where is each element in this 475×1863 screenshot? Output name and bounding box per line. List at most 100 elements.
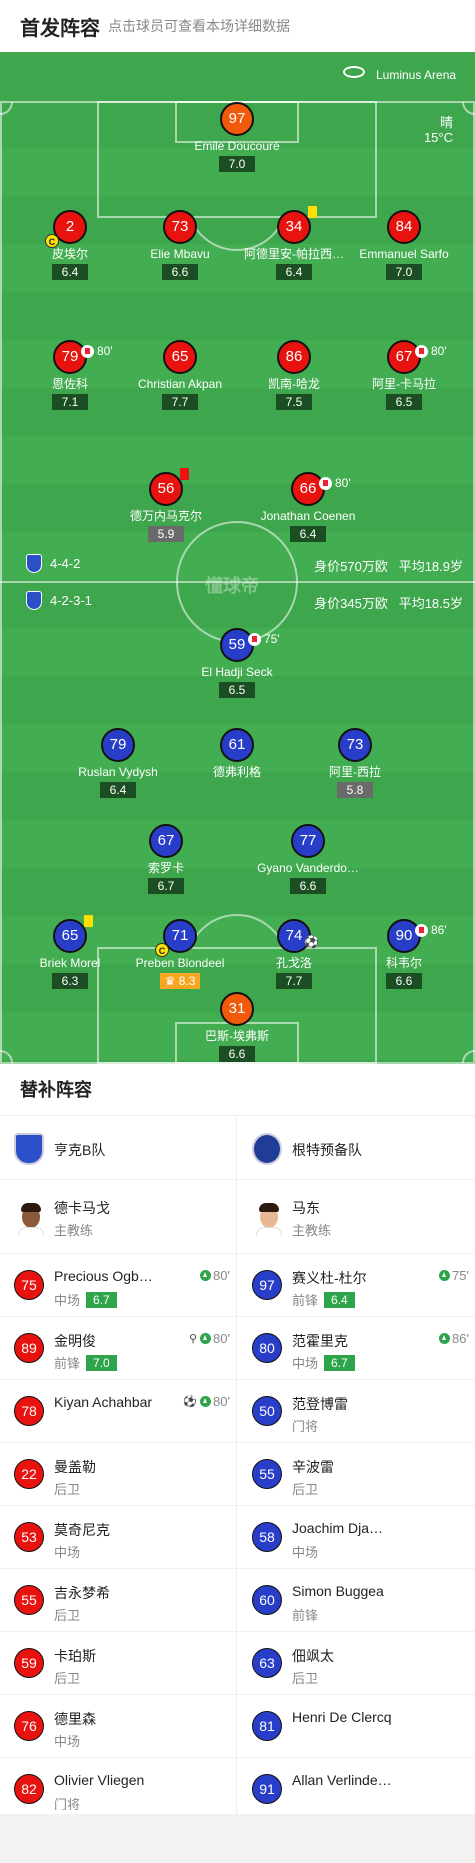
home-team-row[interactable]: 亨克B队 (0, 1116, 236, 1180)
yellow-card-icon (308, 206, 317, 218)
player-number: 66 (299, 480, 317, 497)
sub-player-row[interactable]: 58 Joachim Dja… 中场 (238, 1506, 475, 1569)
sub-name: 佃飒太 (292, 1648, 334, 1664)
player-number: 90 (395, 927, 413, 944)
sub-name: Kiyan Achahbar (54, 1394, 153, 1410)
player-number: 79 (61, 348, 79, 365)
sub-position: 中场 (292, 1545, 319, 1560)
weather: 晴 (439, 115, 453, 130)
sub-position: 前锋 (54, 1356, 81, 1371)
sub-number: 55 (252, 1459, 282, 1489)
sub-player-row[interactable]: 55 吉永梦希 后卫 (0, 1569, 236, 1632)
player-number: 67 (149, 824, 183, 858)
player-name: Gyano Vanderdo… (257, 861, 359, 875)
player-away-def[interactable]: 90 86' 科韦尔 6.6 (334, 919, 474, 990)
sub-number: 97 (252, 1270, 282, 1300)
sub-player-row[interactable]: 59 卡珀斯 后卫 (0, 1632, 236, 1695)
sub-position: 后卫 (54, 1608, 81, 1623)
player-rating: 6.7 (148, 878, 184, 894)
home-team-icon (26, 554, 42, 573)
sub-player-row[interactable]: 81 Henri De Clercq (238, 1695, 475, 1758)
temperature: 15°C (423, 130, 453, 145)
sub-position: 后卫 (54, 1671, 81, 1686)
player-home-fwd[interactable]: 56 德万内马克尔 5.9 (96, 468, 236, 543)
sub-player-row[interactable]: 80 范霍里克 中场 6.7 86' (238, 1317, 475, 1380)
player-home-mid[interactable]: 67 80' 阿里-卡马拉 6.5 (334, 340, 474, 411)
sub-name: 吉永梦希 (54, 1585, 110, 1601)
player-rating: 7.5 (276, 394, 312, 410)
away-team-row[interactable]: 根特预备队 (238, 1116, 475, 1180)
sub-name: 曼盖勒 (54, 1459, 96, 1475)
player-rating: 6.4 (276, 264, 312, 280)
sub-name: Joachim Dja… (292, 1520, 384, 1536)
player-away-gk[interactable]: 31 巴斯-埃弗斯 6.6 (167, 992, 307, 1063)
sub-number: 50 (252, 1396, 282, 1426)
player-rating: 6.6 (290, 878, 326, 894)
coach-role: 主教练 (54, 1223, 94, 1238)
home-subs-column: 亨克B队 德卡马戈 主教练 75 Precious Ogb… 中场 6.7 80' 89 金… (0, 1116, 237, 1821)
sub-player-row[interactable]: 60 Simon Buggea 前锋 (238, 1569, 475, 1632)
player-away-dm[interactable]: 67 索罗卡 6.7 (96, 824, 236, 895)
sub-player-row[interactable]: 78 Kiyan Achahbar ⚽ 80' (0, 1380, 236, 1443)
player-name: Emile Doucouré (194, 139, 280, 153)
sub-player-row[interactable]: 50 范登博雷 门将 (238, 1380, 475, 1443)
away-team-name: 根特预备队 (292, 1142, 362, 1158)
sub-name: 辛波雷 (292, 1459, 334, 1475)
sub-out-icon (81, 344, 94, 358)
player-away-att[interactable]: 73 阿里-西拉 5.8 (285, 728, 425, 799)
player-away-dm[interactable]: 77 Gyano Vanderdo… 6.6 (238, 824, 378, 895)
player-number: 65 (61, 927, 79, 944)
player-home-gk[interactable]: 97 Emile Doucouré 7.0 (167, 102, 307, 173)
player-home-def[interactable]: 84 Emmanuel Sarfo 7.0 (334, 210, 474, 281)
player-number: 73 (338, 728, 372, 762)
sub-player-row[interactable]: 76 德里森 中场 (0, 1695, 236, 1758)
player-name: El Hadji Seck (201, 665, 273, 679)
sub-player-row[interactable]: 55 辛波雷后卫 (238, 1443, 475, 1506)
lineup-subtitle: 点击球员可查看本场详细数据 (108, 18, 290, 34)
sub-position: 中场 (292, 1356, 319, 1371)
player-name: 阿里-卡马拉 (372, 377, 436, 391)
subs-columns: 亨克B队 德卡马戈 主教练 75 Precious Ogb… 中场 6.7 80' 89 金… (0, 1116, 475, 1821)
player-number: 74 (285, 927, 303, 944)
sub-in-icon (200, 1270, 212, 1281)
away-coach-row[interactable]: 马东 主教练 (238, 1180, 475, 1254)
sub-player-row[interactable]: 22 曼盖勒 后卫 (0, 1443, 236, 1506)
player-name: 巴斯-埃弗斯 (205, 1029, 269, 1043)
sub-player-row[interactable]: 97 赛义杜-杜尔 前锋 6.4 75' (238, 1254, 475, 1317)
player-home-fwd[interactable]: 66 80' Jonathan Coenen 6.4 (238, 472, 378, 543)
home-avg-age: 平均18.9岁 (398, 559, 463, 574)
player-rating: 7.7 (162, 394, 198, 410)
sub-position: 门将 (292, 1419, 319, 1434)
player-number: 97 (220, 102, 254, 136)
sub-minute: 80' (213, 1394, 230, 1409)
sub-minute: 80' (213, 1331, 230, 1346)
sub-position: 后卫 (292, 1482, 319, 1497)
lineup-title: 首发阵容 (20, 17, 100, 40)
coach-avatar (254, 1200, 284, 1236)
player-away-am[interactable]: 59 75' El Hadji Seck 6.5 (167, 628, 307, 699)
sub-position: 前锋 (292, 1293, 319, 1308)
sub-player-row[interactable]: 75 Precious Ogb… 中场 6.7 80' (0, 1254, 236, 1317)
sub-player-row[interactable]: 91 Allan Verlinde… (238, 1758, 475, 1821)
sub-out-icon (319, 476, 332, 490)
sub-number: 80 (252, 1333, 282, 1363)
sub-player-row[interactable]: 53 莫奇尼克 中场 (0, 1506, 236, 1569)
player-rating: 5.8 (337, 782, 373, 798)
player-rating: 6.6 (386, 973, 422, 989)
lineup-header: 首发阵容 点击球员可查看本场详细数据 (0, 0, 475, 52)
sub-player-row[interactable]: 89 金明俊 前锋 7.0 ⚲ 80' (0, 1317, 236, 1380)
player-number: 84 (387, 210, 421, 244)
home-coach-row[interactable]: 德卡马戈 主教练 (0, 1180, 236, 1254)
away-subs-column: 根特预备队 马东 主教练 97 赛义杜-杜尔 前锋 6.4 75' 80 范霍里克 中场 6.7… (238, 1116, 475, 1821)
sub-player-row[interactable]: 82 Olivier Vliegen 门将 (0, 1758, 236, 1821)
sub-player-row[interactable]: 63 佃飒太 后卫 (238, 1632, 475, 1695)
home-value: 身价570万欧 (314, 559, 388, 574)
player-number: 31 (220, 992, 254, 1026)
sub-name: 范霍里克 (292, 1333, 348, 1349)
sub-rating: 6.4 (324, 1291, 355, 1308)
sub-minute: 86' (431, 923, 447, 937)
player-rating: 7.0 (386, 264, 422, 280)
pitch: Luminus Arena 晴 15°C 懂球帝 4-4-2 身价570万欧 平… (0, 52, 475, 1064)
red-card-icon (180, 468, 189, 480)
player-number: 86 (277, 340, 311, 374)
